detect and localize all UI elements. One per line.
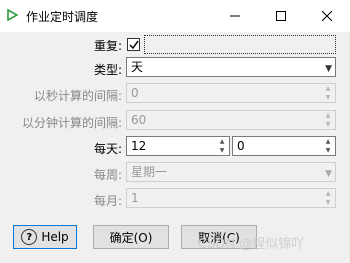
weekly-label: 每周: <box>93 168 122 182</box>
repeat-label: 重复: <box>93 39 122 53</box>
window-title: 作业定时调度 <box>26 10 99 24</box>
repeat-checkbox[interactable] <box>127 38 140 51</box>
type-label: 类型: <box>93 63 122 77</box>
interval-minutes-spin-buttons[interactable]: ▲ ▼ <box>321 111 335 129</box>
monthly-spin-buttons[interactable]: ▲ ▼ <box>321 189 335 207</box>
type-value: 天 <box>131 60 144 74</box>
spin-down-icon[interactable]: ▼ <box>321 120 335 129</box>
daily-minute-spinner[interactable]: 0 ▲ ▼ <box>232 136 336 156</box>
help-icon: ? <box>21 229 38 245</box>
daily-hour-spin-buttons[interactable]: ▲ ▼ <box>215 137 229 155</box>
play-icon <box>7 9 18 21</box>
watermark: CSDN @程似锦吖 <box>198 237 305 252</box>
repeat-focus-outline <box>144 35 336 54</box>
monthly-value: 1 <box>131 191 139 205</box>
help-button[interactable]: ? Help <box>13 225 77 249</box>
weekly-dropdown[interactable]: 星期一 ▼ <box>126 162 336 182</box>
daily-hour-value: 12 <box>131 139 147 153</box>
monthly-spinner[interactable]: 1 ▲ ▼ <box>126 188 336 208</box>
chevron-down-icon: ▼ <box>325 64 332 74</box>
close-button[interactable] <box>304 0 350 32</box>
close-icon <box>322 11 332 21</box>
weekly-value: 星期一 <box>131 165 168 179</box>
interval-seconds-spin-buttons[interactable]: ▲ ▼ <box>321 84 335 102</box>
interval-minutes-value: 60 <box>131 113 147 127</box>
checkmark-icon <box>128 40 139 49</box>
type-dropdown[interactable]: 天 ▼ <box>126 57 336 77</box>
minimize-button[interactable] <box>212 0 258 32</box>
spin-down-icon[interactable]: ▼ <box>321 146 335 155</box>
daily-minute-value: 0 <box>237 139 245 153</box>
ok-button-label: 确定(O) <box>109 230 153 245</box>
daily-hour-spinner[interactable]: 12 ▲ ▼ <box>126 136 230 156</box>
help-button-label: Help <box>41 230 69 244</box>
ok-button[interactable]: 确定(O) <box>93 225 169 249</box>
maximize-icon <box>276 11 286 21</box>
monthly-label: 每月: <box>93 194 122 208</box>
interval-minutes-label: 以分钟计算的间隔: <box>21 116 122 130</box>
interval-minutes-spinner[interactable]: 60 ▲ ▼ <box>126 110 336 130</box>
daily-minute-spin-buttons[interactable]: ▲ ▼ <box>321 137 335 155</box>
daily-label: 每天: <box>93 142 122 156</box>
title-bar: 作业定时调度 <box>0 0 350 32</box>
spin-down-icon[interactable]: ▼ <box>321 93 335 102</box>
spin-down-icon[interactable]: ▼ <box>321 198 335 207</box>
spin-down-icon[interactable]: ▼ <box>215 146 229 155</box>
maximize-button[interactable] <box>258 0 304 32</box>
interval-seconds-spinner[interactable]: 0 ▲ ▼ <box>126 83 336 103</box>
chevron-down-icon: ▼ <box>325 169 332 179</box>
interval-seconds-value: 0 <box>131 86 139 100</box>
interval-seconds-label: 以秒计算的间隔: <box>33 89 122 103</box>
minimize-icon <box>230 15 240 17</box>
